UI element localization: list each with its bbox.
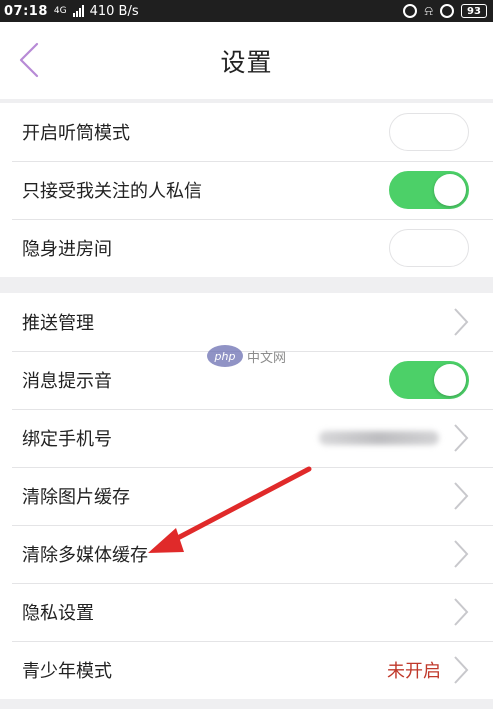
phone-number-blurred bbox=[319, 431, 439, 445]
toggle-knob bbox=[392, 232, 424, 264]
row-label: 清除多媒体缓存 bbox=[22, 545, 148, 566]
chevron-right-icon bbox=[454, 598, 469, 626]
chevron-right-icon bbox=[454, 308, 469, 336]
row-label: 清除图片缓存 bbox=[22, 487, 130, 508]
battery-icon: 93 bbox=[461, 4, 487, 18]
watermark-logo: php bbox=[207, 345, 243, 367]
row-label: 开启听筒模式 bbox=[22, 123, 130, 144]
back-button[interactable] bbox=[14, 40, 44, 80]
chevron-left-icon bbox=[19, 42, 39, 78]
status-right: ⍾ 93 bbox=[403, 4, 487, 19]
row-label: 消息提示音 bbox=[22, 371, 112, 392]
invisible-enter-room-toggle[interactable] bbox=[389, 229, 469, 267]
signal-icon bbox=[72, 5, 84, 17]
status-bar: 07:18 4G 410 B/s ⍾ 93 bbox=[0, 0, 493, 22]
battery-level: 93 bbox=[467, 5, 481, 17]
chevron-right-icon bbox=[454, 540, 469, 568]
row-push-management[interactable]: 推送管理 bbox=[0, 293, 493, 351]
message-sound-toggle[interactable] bbox=[389, 361, 469, 399]
toggle-knob bbox=[434, 364, 466, 396]
row-teen-mode[interactable]: 青少年模式 未开启 bbox=[0, 641, 493, 699]
status-time: 07:18 bbox=[4, 3, 48, 19]
toggle-knob bbox=[434, 174, 466, 206]
toggle-knob bbox=[392, 116, 424, 148]
alarm-icon: ⍾ bbox=[424, 3, 433, 19]
page-title: 设置 bbox=[220, 47, 273, 77]
row-label: 只接受我关注的人私信 bbox=[22, 181, 202, 202]
row-clear-media-cache[interactable]: 清除多媒体缓存 bbox=[0, 525, 493, 583]
row-label: 隐身进房间 bbox=[22, 239, 112, 260]
row-label: 推送管理 bbox=[22, 313, 94, 334]
status-left: 07:18 4G 410 B/s bbox=[4, 4, 139, 19]
row-privacy-settings[interactable]: 隐私设置 bbox=[0, 583, 493, 641]
chevron-right-icon bbox=[454, 424, 469, 452]
row-label: 隐私设置 bbox=[22, 603, 94, 624]
nav-header: 设置 bbox=[0, 22, 493, 99]
chevron-right-icon bbox=[454, 656, 469, 684]
sync-icon bbox=[403, 4, 418, 18]
row-label: 青少年模式 bbox=[22, 661, 112, 682]
chevron-right-icon bbox=[454, 482, 469, 510]
network-speed: 410 B/s bbox=[89, 3, 139, 19]
watermark: php 中文网 bbox=[207, 345, 286, 367]
row-bind-phone[interactable]: 绑定手机号 bbox=[0, 409, 493, 467]
do-not-disturb-icon bbox=[440, 4, 454, 18]
watermark-text: 中文网 bbox=[247, 350, 287, 366]
followed-only-messages-toggle[interactable] bbox=[389, 171, 469, 209]
network-type: 4G bbox=[53, 6, 67, 16]
row-label: 绑定手机号 bbox=[22, 429, 112, 450]
teen-mode-status: 未开启 bbox=[387, 661, 441, 682]
row-invisible-enter-room: 隐身进房间 bbox=[0, 219, 493, 277]
row-earpiece-mode: 开启听筒模式 bbox=[0, 103, 493, 161]
earpiece-mode-toggle[interactable] bbox=[389, 113, 469, 151]
row-followed-only-messages: 只接受我关注的人私信 bbox=[0, 161, 493, 219]
row-clear-image-cache[interactable]: 清除图片缓存 bbox=[0, 467, 493, 525]
settings-group-privacy: 开启听筒模式 只接受我关注的人私信 隐身进房间 bbox=[0, 103, 493, 277]
